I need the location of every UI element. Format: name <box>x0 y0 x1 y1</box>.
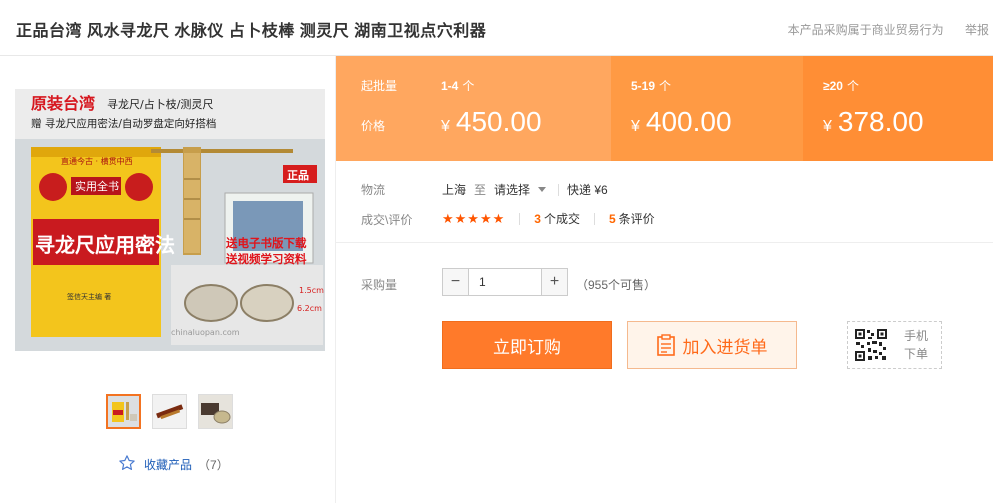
purchase-panel: 起批量 价格 1-4 个 ¥450.00 5-19 个 ¥400.00 ≥20 个 ¥… <box>336 56 993 503</box>
available-stock: （955个可售） <box>576 278 657 292</box>
product-title: 正品台湾 风水寻龙尺 水脉仪 占卜枝棒 测灵尺 湖南卫视点穴利器 <box>16 23 487 40</box>
logistics-label: 物流 <box>361 183 386 197</box>
divider <box>519 212 521 225</box>
quantity-input[interactable]: 1 <box>469 269 541 295</box>
tier-qty: ≥20 个 <box>823 79 859 93</box>
qr-code-icon <box>854 328 888 362</box>
gallery: 原装台湾 寻龙尺/占卜枝/测灵尺 赠 寻龙尺应用密法/自动罗盘定向好搭档 直通今… <box>0 56 336 503</box>
thumbnail-rod-image <box>153 395 186 428</box>
gift-video: 送视频学习资料 <box>225 252 307 266</box>
book-title: 寻龙尺应用密法 <box>35 233 175 257</box>
thumbnail-rod[interactable] <box>152 394 187 429</box>
trade-notice: 本产品采购属于商业贸易行为 <box>787 23 944 37</box>
product-main-image[interactable]: 原装台湾 寻龙尺/占卜枝/测灵尺 赠 寻龙尺应用密法/自动罗盘定向好搭档 直通今… <box>15 89 325 351</box>
deal-count-link[interactable]: 3 个成交 <box>534 210 580 227</box>
favorite-product[interactable]: 收藏产品 （7） <box>118 454 229 475</box>
dim-height: 1.5cm <box>299 286 324 295</box>
divider <box>558 183 560 196</box>
thumbnail-book[interactable] <box>106 394 141 429</box>
deals-row: ★★★★★ 3 个成交 5 条评价 <box>442 210 655 227</box>
price-box: 起批量 价格 1-4 个 ¥450.00 5-19 个 ¥400.00 ≥20 个 ¥… <box>336 56 993 161</box>
tier-price: ¥400.00 <box>631 106 732 137</box>
genuine-badge: 正品 <box>287 169 309 182</box>
mobile-order-text: 手机 下单 <box>904 329 929 361</box>
report-link[interactable]: 举报 <box>965 23 989 37</box>
section-divider <box>336 242 993 243</box>
divider <box>593 212 595 225</box>
quantity-stepper: − 1 + <box>442 268 568 296</box>
book-badge: 实用全书 <box>75 179 119 193</box>
gift-ebook: 送电子书版下载 <box>225 236 307 250</box>
review-count-link[interactable]: 5 条评价 <box>609 210 655 227</box>
add-to-cart-button[interactable]: 加入进货单 <box>627 321 797 369</box>
price-label: 价格 <box>361 119 386 133</box>
increase-button[interactable]: + <box>541 269 567 295</box>
clipboard-icon <box>656 334 675 356</box>
promo-gift: 赠 寻龙尺应用密法/自动罗盘定向好搭档 <box>31 117 216 130</box>
title-bar: 正品台湾 风水寻龙尺 水脉仪 占卜枝棒 测灵尺 湖南卫视点穴利器 本产品采购属于… <box>0 0 993 56</box>
ship-from: 上海 <box>442 183 467 197</box>
price-tier-1: 1-4 个 ¥450.00 <box>416 56 611 161</box>
buy-now-button[interactable]: 立即订购 <box>442 321 612 369</box>
tier-price: ¥378.00 <box>823 106 924 137</box>
purchase-qty-label: 采购量 <box>361 278 398 292</box>
shipping-fee: 快递 ¥6 <box>567 183 608 197</box>
favorite-label[interactable]: 收藏产品 <box>144 456 192 473</box>
logistics-row: 上海 至 请选择 快递 ¥6 <box>442 181 608 198</box>
mobile-order[interactable]: 手机 下单 <box>847 321 942 369</box>
promo-sub: 寻龙尺/占卜枝/测灵尺 <box>107 97 213 111</box>
deals-label: 成交\评价 <box>361 213 413 227</box>
product-photo: 原装台湾 寻龙尺/占卜枝/测灵尺 赠 寻龙尺应用密法/自动罗盘定向好搭档 直通今… <box>15 89 325 351</box>
star-outline-icon <box>118 454 136 475</box>
chevron-down-icon[interactable] <box>538 187 547 192</box>
favorite-count: （7） <box>198 458 229 472</box>
thumbnail-compass-image <box>199 395 232 428</box>
price-tier-3: ≥20 个 ¥378.00 <box>803 56 993 161</box>
thumbnail-compass[interactable] <box>198 394 233 429</box>
tier-qty: 1-4 个 <box>441 79 475 93</box>
book-top-line: 直通今古 · 横贯中西 <box>61 156 133 166</box>
add-to-cart-label: 加入进货单 <box>682 337 768 357</box>
rating-stars: ★★★★★ <box>442 210 506 226</box>
watermark: chinaluopan.com <box>171 328 240 337</box>
dim-width: 6.2cm <box>297 304 322 313</box>
title-right: 本产品采购属于商业贸易行为 举报 <box>788 21 993 38</box>
book-author: 签信天主编 著 <box>67 292 111 301</box>
ship-to-word: 至 <box>474 183 487 197</box>
tier-price: ¥450.00 <box>441 106 542 137</box>
price-tier-2: 5-19 个 ¥400.00 <box>611 56 803 161</box>
tier-qty: 5-19 个 <box>631 79 672 93</box>
promo-headline: 原装台湾 <box>31 94 95 113</box>
thumbnail-book-image <box>108 396 139 427</box>
decrease-button[interactable]: − <box>443 269 469 295</box>
destination-select[interactable]: 请选择 <box>494 181 530 198</box>
min-qty-label: 起批量 <box>361 79 398 93</box>
